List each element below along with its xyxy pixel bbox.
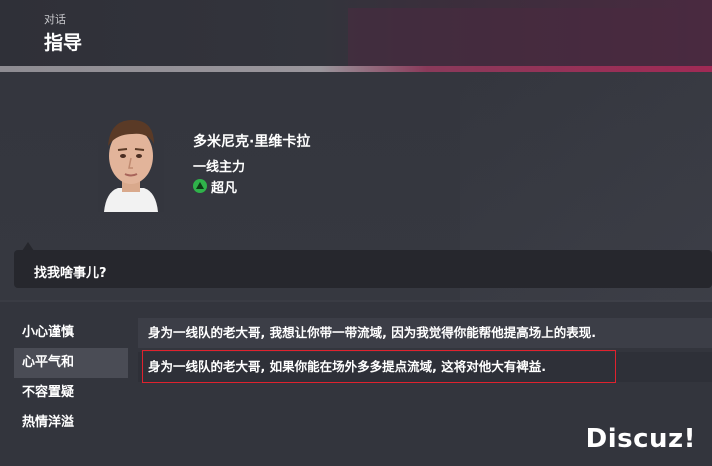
player-role: 一线主力 bbox=[193, 160, 246, 175]
watermark-logo: Discuz! bbox=[585, 424, 696, 454]
rating-up-arrow-icon bbox=[193, 179, 207, 193]
tone-item-assertive[interactable]: 不容置疑 bbox=[14, 378, 128, 408]
player-name: 多米尼克·里维卡拉 bbox=[193, 134, 311, 150]
tone-item-cautious[interactable]: 小心谨慎 bbox=[14, 318, 128, 348]
tone-list: 小心谨慎 心平气和 不容置疑 热情洋溢 bbox=[14, 318, 128, 438]
header-subtitle: 对话 bbox=[44, 13, 66, 26]
header-decoration bbox=[348, 8, 678, 66]
header-bar bbox=[0, 0, 712, 66]
tone-item-calm[interactable]: 心平气和 bbox=[14, 348, 128, 378]
rating-label: 超凡 bbox=[211, 180, 238, 196]
page-title: 指导 bbox=[44, 32, 83, 54]
player-rating: 超凡 bbox=[193, 178, 238, 196]
player-avatar bbox=[98, 112, 164, 212]
response-option[interactable]: 身为一线队的老大哥, 我想让你带一带流域, 因为我觉得你能帮他提高场上的表现. bbox=[138, 318, 712, 348]
speech-bubble bbox=[14, 250, 712, 288]
tone-item-passionate[interactable]: 热情洋溢 bbox=[14, 408, 128, 438]
highlight-box bbox=[142, 350, 616, 383]
player-prompt: 找我啥事儿? bbox=[34, 266, 107, 281]
